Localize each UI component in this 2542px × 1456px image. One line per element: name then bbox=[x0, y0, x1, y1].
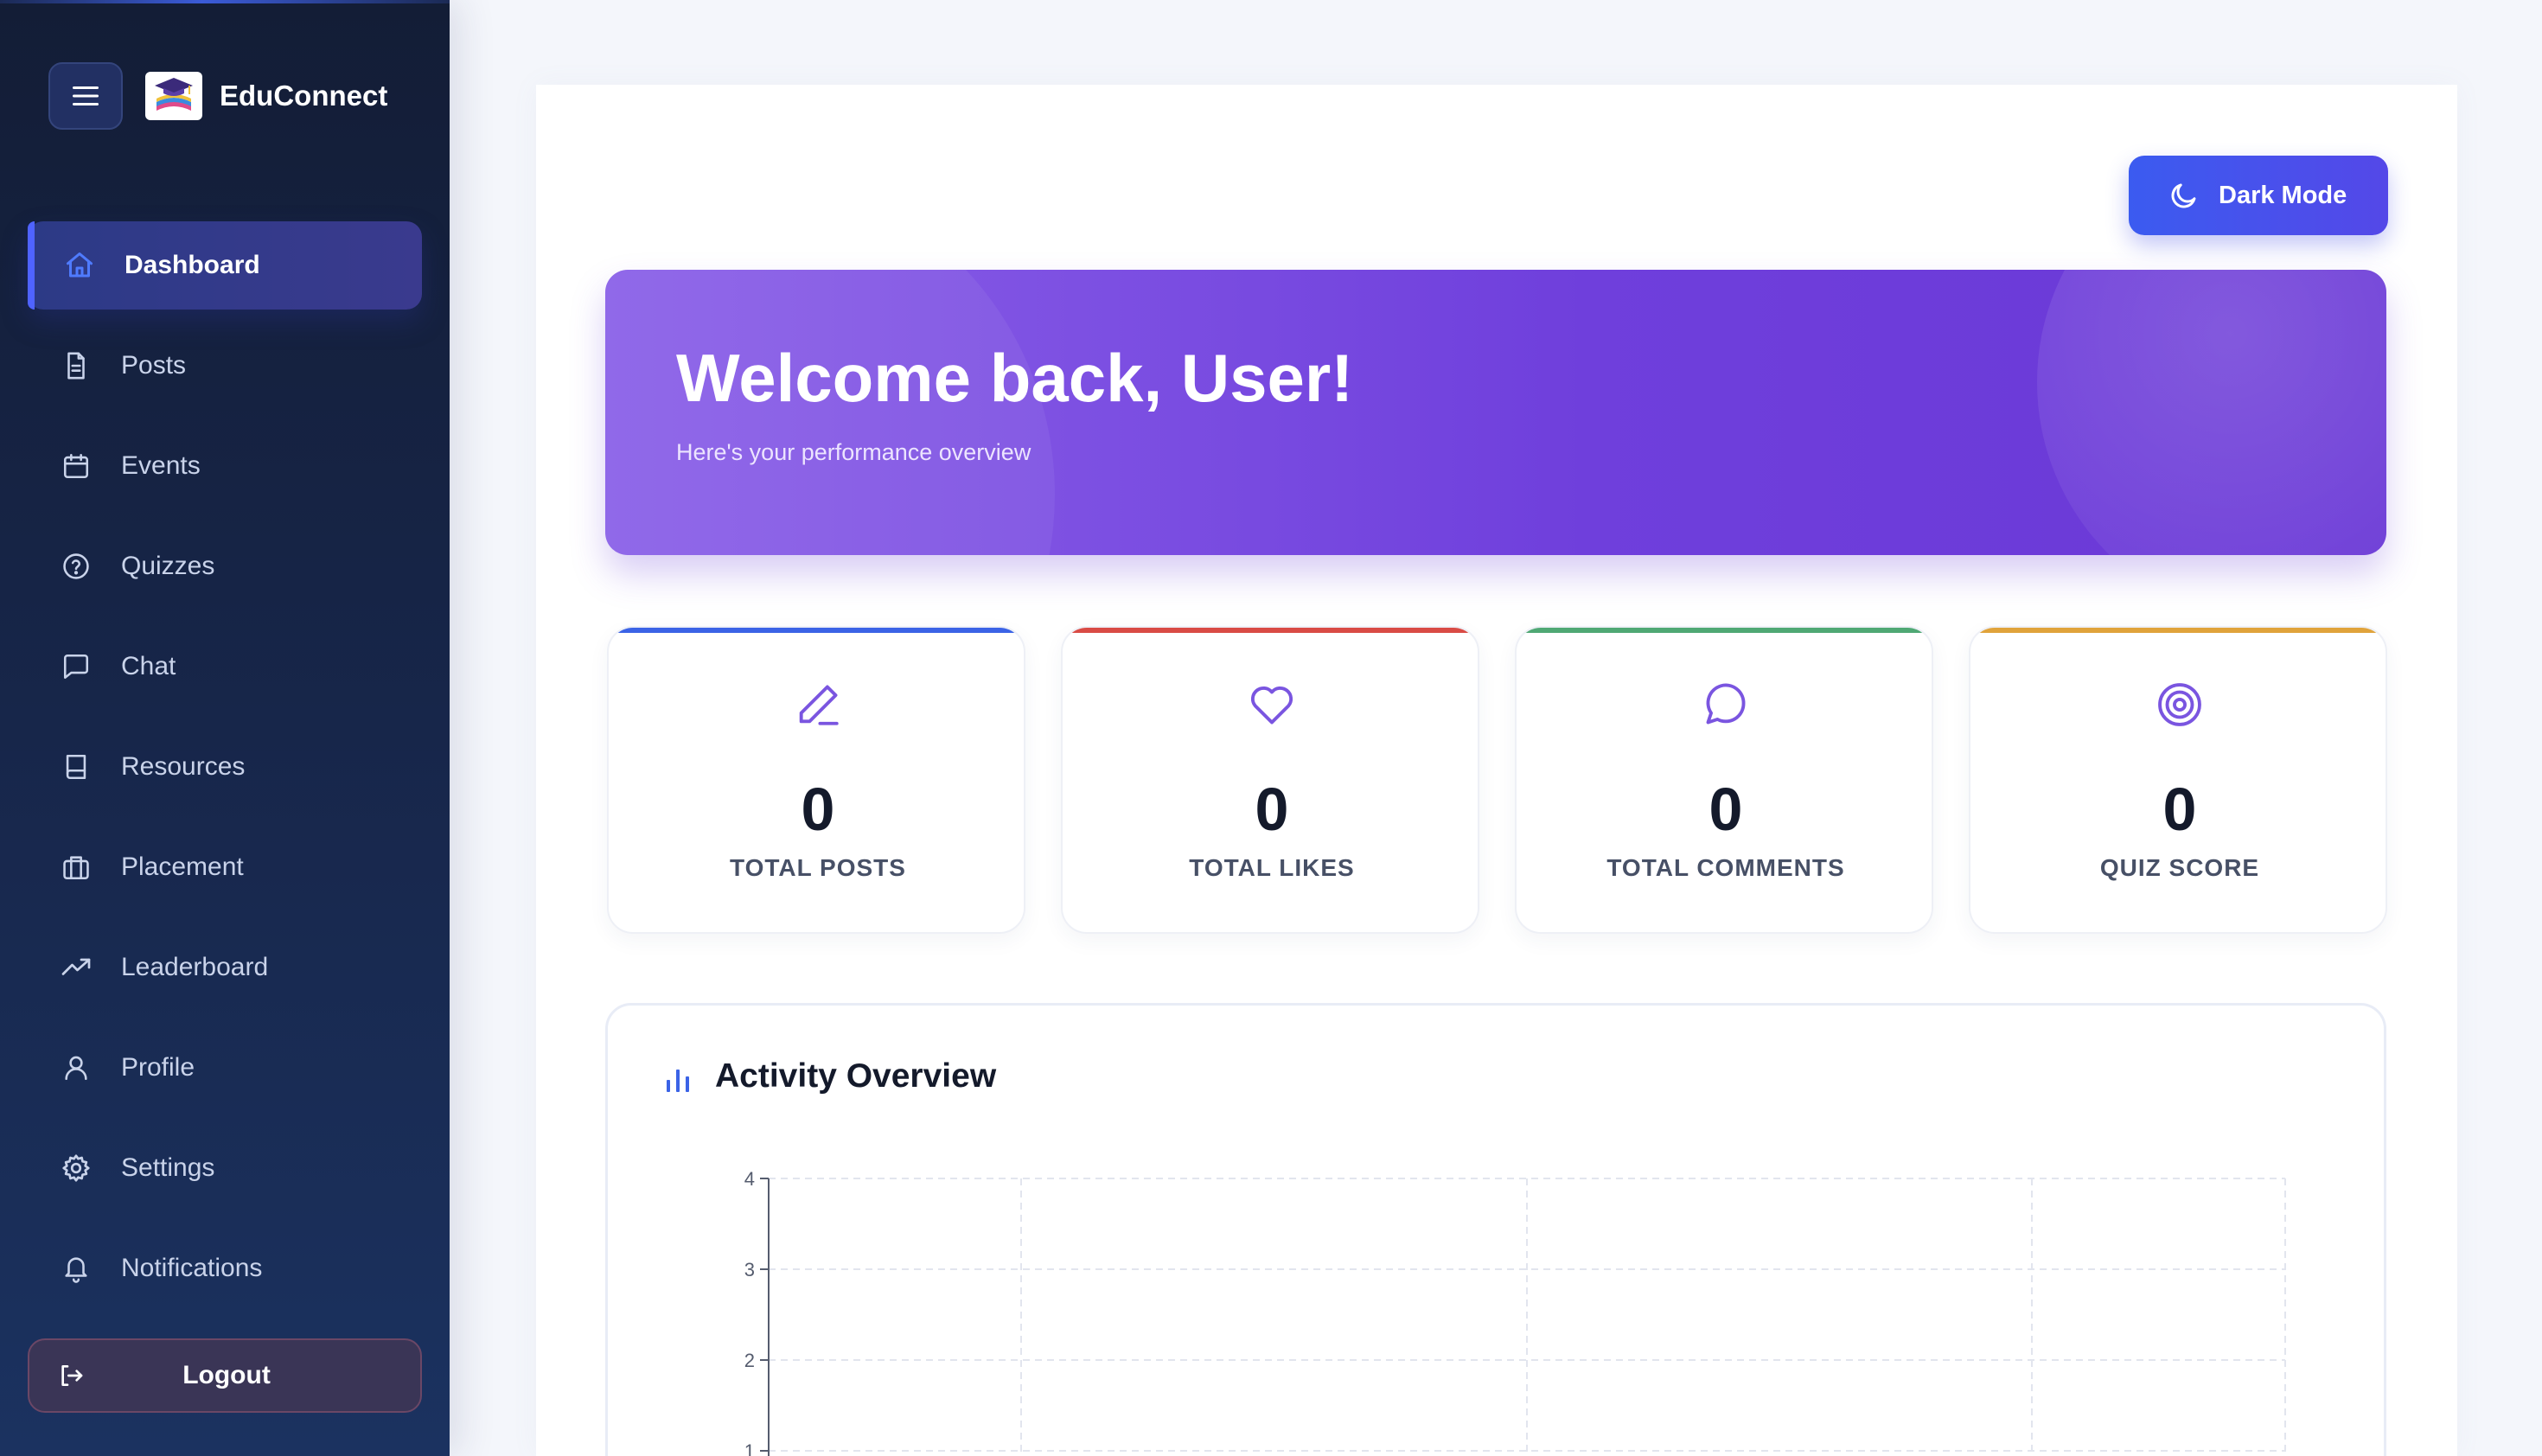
briefcase-icon bbox=[59, 850, 93, 884]
stat-value: 0 bbox=[1255, 776, 1289, 843]
card-accent-bar bbox=[1063, 628, 1478, 633]
sidebar-item-notifications[interactable]: Notifications bbox=[28, 1224, 422, 1312]
app-name: EduConnect bbox=[220, 80, 388, 112]
stat-label: QUIZ SCORE bbox=[2099, 854, 2260, 881]
banner-decoration bbox=[2037, 270, 2386, 555]
user-icon bbox=[59, 1050, 93, 1085]
app-logo bbox=[145, 72, 202, 120]
sidebar-item-chat[interactable]: Chat bbox=[28, 623, 422, 711]
stat-card-total-likes: 0 TOTAL LIKES bbox=[1061, 626, 1479, 934]
activity-chart: 4 3 2 1 bbox=[744, 1168, 2286, 1456]
message-square-icon bbox=[59, 649, 93, 684]
y-ticks: 4 3 2 1 bbox=[744, 1168, 769, 1456]
sidebar-item-label: Dashboard bbox=[125, 251, 260, 279]
sidebar-item-label: Chat bbox=[121, 652, 176, 680]
pencil-icon bbox=[609, 680, 1024, 731]
help-circle-icon bbox=[59, 549, 93, 584]
sidebar-item-label: Profile bbox=[121, 1053, 195, 1082]
sidebar-item-label: Leaderboard bbox=[121, 953, 269, 981]
stat-card-total-comments: 0 TOTAL COMMENTS bbox=[1515, 626, 1933, 934]
y-tick-label: 4 bbox=[744, 1168, 755, 1190]
trending-up-icon bbox=[59, 950, 93, 985]
welcome-title: Welcome back, User! bbox=[676, 340, 1354, 416]
card-accent-bar bbox=[1970, 628, 2386, 633]
activity-overview-card: Activity Overview 4 3 2 1 bbox=[605, 1003, 2386, 1456]
moon-icon bbox=[2168, 179, 2201, 212]
sidebar-item-dashboard[interactable]: Dashboard bbox=[28, 221, 422, 310]
logout-label: Logout bbox=[182, 1361, 271, 1389]
sidebar: EduConnect Dashboard Posts Events Quizze… bbox=[0, 0, 450, 1456]
sidebar-item-label: Settings bbox=[121, 1153, 215, 1182]
target-icon bbox=[1970, 680, 2386, 731]
hamburger-icon bbox=[73, 86, 99, 105]
dark-mode-button[interactable]: Dark Mode bbox=[2129, 156, 2388, 235]
sidebar-item-profile[interactable]: Profile bbox=[28, 1024, 422, 1112]
y-tick-label: 2 bbox=[744, 1350, 755, 1371]
stat-label: TOTAL LIKES bbox=[1189, 854, 1355, 881]
brand: EduConnect bbox=[48, 62, 387, 130]
menu-toggle-button[interactable] bbox=[48, 62, 123, 130]
logout-button[interactable]: Logout bbox=[28, 1338, 422, 1413]
sidebar-item-quizzes[interactable]: Quizzes bbox=[28, 522, 422, 610]
graduation-cap-logo-icon bbox=[155, 78, 193, 111]
welcome-subtitle: Here's your performance overview bbox=[676, 439, 1031, 465]
main-panel: Dark Mode Welcome back, User! Here's you… bbox=[536, 85, 2457, 1456]
sidebar-item-label: Events bbox=[121, 451, 201, 480]
stat-label: TOTAL POSTS bbox=[730, 854, 906, 881]
stat-value: 0 bbox=[1709, 776, 1743, 843]
document-icon bbox=[59, 348, 93, 383]
y-tick-label: 1 bbox=[744, 1440, 755, 1456]
card-accent-bar bbox=[609, 628, 1024, 633]
sidebar-top-accent bbox=[0, 0, 450, 3]
dark-mode-label: Dark Mode bbox=[2219, 181, 2347, 209]
sidebar-item-label: Placement bbox=[121, 853, 244, 881]
sidebar-item-events[interactable]: Events bbox=[28, 422, 422, 510]
activity-title: Activity Overview bbox=[715, 1057, 997, 1095]
sidebar-item-resources[interactable]: Resources bbox=[28, 723, 422, 811]
message-circle-icon bbox=[1517, 680, 1932, 731]
gear-icon bbox=[59, 1151, 93, 1185]
stat-label: TOTAL COMMENTS bbox=[1606, 854, 1845, 881]
stat-card-total-posts: 0 TOTAL POSTS bbox=[607, 626, 1025, 934]
stat-value: 0 bbox=[801, 776, 835, 843]
y-tick-label: 3 bbox=[744, 1259, 755, 1280]
stat-value: 0 bbox=[2162, 776, 2197, 843]
sidebar-item-posts[interactable]: Posts bbox=[28, 322, 422, 410]
sidebar-item-label: Quizzes bbox=[121, 552, 215, 580]
activity-header: Activity Overview bbox=[665, 1057, 996, 1095]
calendar-icon bbox=[59, 449, 93, 483]
sidebar-item-leaderboard[interactable]: Leaderboard bbox=[28, 923, 422, 1012]
sidebar-item-settings[interactable]: Settings bbox=[28, 1124, 422, 1212]
bell-icon bbox=[59, 1251, 93, 1286]
sidebar-item-placement[interactable]: Placement bbox=[28, 823, 422, 911]
welcome-banner: Welcome back, User! Here's your performa… bbox=[605, 270, 2386, 555]
sidebar-item-label: Posts bbox=[121, 351, 187, 380]
sidebar-item-label: Resources bbox=[121, 752, 246, 781]
card-accent-bar bbox=[1517, 628, 1932, 633]
chart-grid-vertical bbox=[1020, 1178, 2286, 1456]
logout-icon bbox=[57, 1360, 88, 1391]
stat-card-quiz-score: 0 QUIZ SCORE bbox=[1969, 626, 2387, 934]
heart-icon bbox=[1063, 680, 1478, 731]
bar-chart-icon bbox=[665, 1061, 696, 1092]
book-icon bbox=[59, 750, 93, 784]
home-icon bbox=[62, 248, 97, 283]
sidebar-item-label: Notifications bbox=[121, 1254, 263, 1282]
